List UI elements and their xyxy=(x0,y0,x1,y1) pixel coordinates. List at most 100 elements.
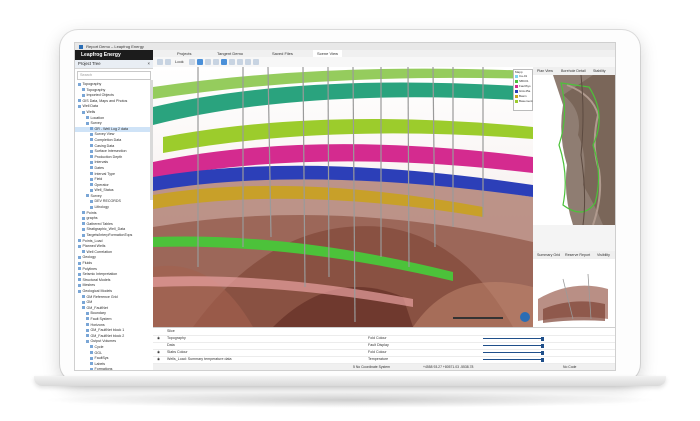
pencil-icon[interactable] xyxy=(237,59,243,65)
tab-borehole-detail[interactable]: Borehole Detail xyxy=(559,67,588,75)
folder-icon xyxy=(82,222,85,226)
folder-icon xyxy=(90,172,93,176)
legend-label: GGL45a xyxy=(519,89,531,93)
tree-item-label: Fault System xyxy=(90,316,112,321)
plan-view-map[interactable] xyxy=(533,75,615,225)
folder-icon xyxy=(90,183,93,187)
tab-saved-files[interactable]: Saved Files xyxy=(268,50,297,57)
tree-item-label: Survey View xyxy=(94,132,115,137)
app-icon xyxy=(79,44,83,49)
folder-icon xyxy=(86,339,89,343)
folder-icon xyxy=(86,317,89,321)
select-icon[interactable] xyxy=(197,59,203,65)
folder-icon xyxy=(90,188,93,192)
folder-icon xyxy=(78,272,81,276)
home-icon[interactable] xyxy=(157,59,163,65)
folder-icon xyxy=(90,200,93,204)
folder-icon xyxy=(78,244,81,248)
laptop-base xyxy=(34,376,666,386)
ruler-icon[interactable] xyxy=(229,59,235,65)
tree-item-label: Cycle xyxy=(94,344,104,349)
folder-icon xyxy=(90,345,93,349)
scene-3d-render xyxy=(153,67,533,327)
folder-icon xyxy=(82,233,85,237)
tab-reserve-report[interactable]: Reserve Report xyxy=(563,251,592,259)
legend-swatch xyxy=(515,89,518,93)
tab-plan-view[interactable]: Plan View xyxy=(535,67,555,75)
eye-icon[interactable]: ◉ xyxy=(157,349,160,356)
folder-icon xyxy=(90,144,93,148)
tree-item-label: Completion Data xyxy=(94,137,122,142)
terrain-map xyxy=(533,75,615,225)
legend-swatch xyxy=(515,94,518,98)
tree-item-label: Topography xyxy=(82,82,102,86)
camera-icon[interactable] xyxy=(165,59,171,65)
tree-item[interactable]: Formations xyxy=(75,367,153,370)
legend-swatch xyxy=(515,84,518,88)
table-row[interactable]: ◉ Wells_Load: Summary temperature data T… xyxy=(153,356,615,364)
folder-icon xyxy=(82,211,85,215)
search-input[interactable]: Search xyxy=(77,71,151,80)
row-prop: Temperature xyxy=(368,357,389,361)
row-name: Slabs Colour xyxy=(167,350,188,354)
tab-projects[interactable]: Projects xyxy=(173,50,195,57)
window-title-bar: Report Demo – Leapfrog Energy xyxy=(75,43,615,50)
legend-label: FaultSys xyxy=(519,84,531,88)
eye-icon[interactable]: ◉ xyxy=(157,356,160,363)
rotate-icon[interactable] xyxy=(189,59,195,65)
tree-item-label: Geology xyxy=(82,255,96,260)
folder-icon xyxy=(78,82,81,86)
slider-knob[interactable] xyxy=(541,336,544,341)
slider-knob[interactable] xyxy=(541,343,544,348)
slider-knob[interactable] xyxy=(541,357,544,362)
folder-icon xyxy=(86,311,89,315)
eye-icon[interactable]: ◉ xyxy=(157,335,160,342)
brand-bar: Leapfrog Energy xyxy=(75,50,153,60)
opacity-slider[interactable] xyxy=(483,359,543,361)
tree-item-label: Output Volumes xyxy=(90,339,117,344)
zoom-icon[interactable] xyxy=(213,59,219,65)
folder-icon xyxy=(82,227,85,231)
close-icon[interactable]: × xyxy=(148,60,150,68)
mode-label[interactable]: Look xyxy=(175,59,184,65)
legend-entry: Basement xyxy=(514,99,533,104)
tree-item-label: FaultSys xyxy=(94,356,109,361)
side-view-render[interactable] xyxy=(533,259,615,329)
opacity-slider[interactable] xyxy=(483,352,543,354)
folder-icon xyxy=(78,99,81,103)
app-screen: Report Demo – Leapfrog Energy Leapfrog E… xyxy=(74,42,616,371)
folder-icon xyxy=(90,155,93,159)
link-icon[interactable] xyxy=(245,59,251,65)
tree-item-label: Seismic Interpretation xyxy=(82,272,118,277)
legend-swatch xyxy=(515,79,518,83)
tree-item-label: GM_FaultNet block 2 xyxy=(90,333,125,338)
brand-name: Leapfrog Energy xyxy=(81,52,121,58)
scene-viewport[interactable] xyxy=(153,67,533,327)
tree-item-label: Planned Wells xyxy=(82,244,106,249)
project-tree: Topography Topography Imported Objects GIS … xyxy=(75,82,153,370)
slice-icon[interactable] xyxy=(221,59,227,65)
filter-icon[interactable] xyxy=(253,59,259,65)
tab-visibility[interactable]: Visibility xyxy=(595,251,612,259)
tree-item-label: Fluids xyxy=(82,261,93,265)
pan-icon[interactable] xyxy=(205,59,211,65)
tab-tangent-demo[interactable]: Tangent Demo xyxy=(213,50,247,57)
folder-icon xyxy=(90,149,93,153)
tab-summary-grid[interactable]: Summary Grid xyxy=(535,251,562,259)
opacity-slider[interactable] xyxy=(483,338,543,340)
tab-stability[interactable]: Stability xyxy=(591,67,608,75)
row-name: Slice xyxy=(167,329,175,333)
folder-icon xyxy=(90,362,93,366)
tree-item-label: Well_Status xyxy=(94,188,114,193)
opacity-slider[interactable] xyxy=(483,345,543,347)
folder-icon xyxy=(78,239,81,243)
tree-item-label: Gathered Tables xyxy=(86,221,113,226)
project-tree-header: Project Tree × xyxy=(75,60,153,69)
folder-icon xyxy=(86,334,89,338)
folder-icon xyxy=(90,138,93,142)
slider-knob[interactable] xyxy=(541,350,544,355)
tree-item-label: Labels xyxy=(94,361,106,366)
folder-icon xyxy=(90,177,93,181)
folder-icon xyxy=(86,194,89,198)
window-title: Report Demo – Leapfrog Energy xyxy=(86,44,144,49)
